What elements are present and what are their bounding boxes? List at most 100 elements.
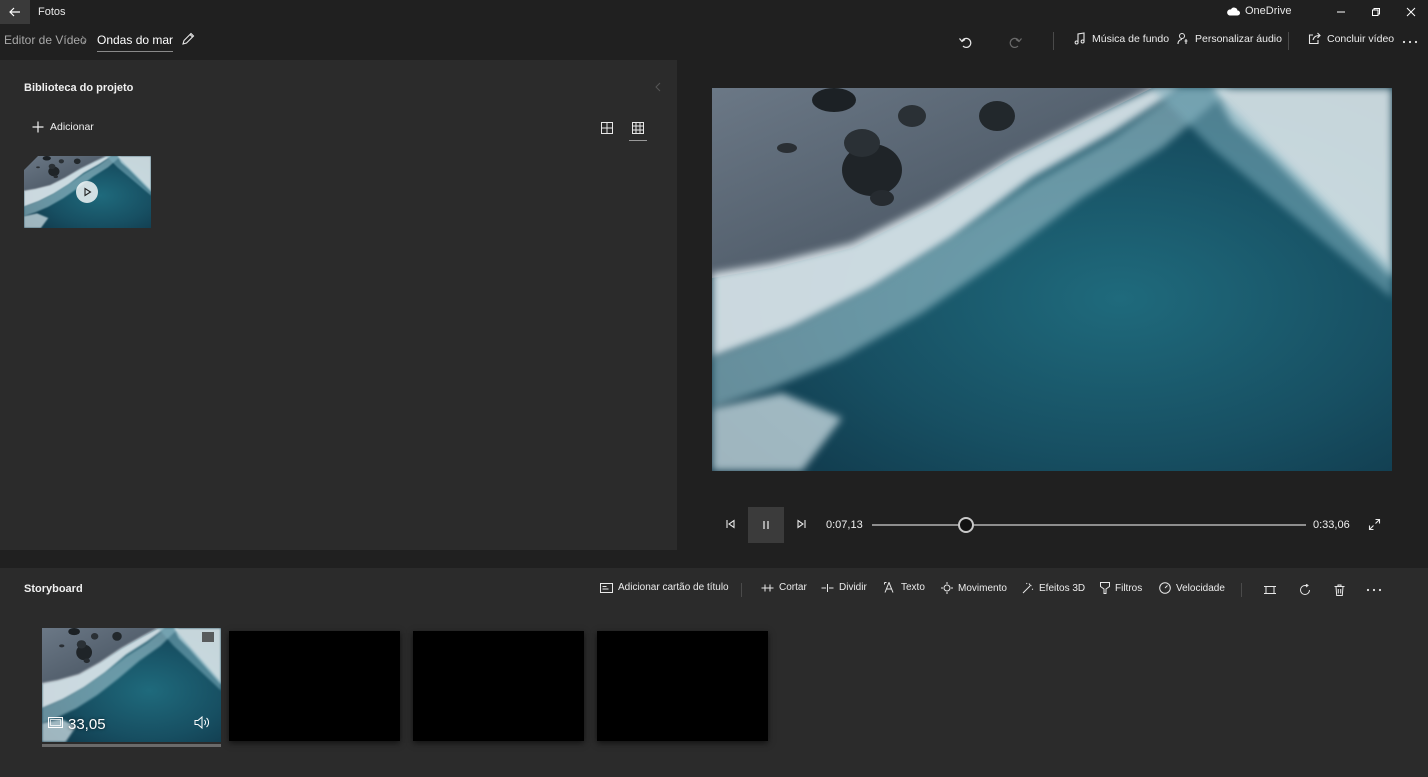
finish-video-button[interactable]: Concluir vídeo bbox=[1308, 32, 1394, 45]
small-grid-view-button[interactable] bbox=[629, 119, 647, 141]
step-back-button[interactable] bbox=[724, 518, 736, 530]
split-label: Dividir bbox=[839, 582, 867, 593]
fullscreen-button[interactable] bbox=[1368, 518, 1381, 531]
pause-icon bbox=[763, 521, 769, 529]
minimize-button[interactable] bbox=[1324, 0, 1358, 24]
video-preview[interactable] bbox=[712, 88, 1392, 471]
split-button[interactable]: Dividir bbox=[821, 582, 867, 593]
pause-button[interactable] bbox=[748, 507, 784, 543]
breadcrumb-root[interactable]: Editor de Vídeo bbox=[4, 33, 87, 47]
motion-icon bbox=[941, 582, 953, 594]
filter-icon bbox=[1100, 582, 1110, 594]
add-title-card-label: Adicionar cartão de título bbox=[618, 582, 729, 593]
play-icon bbox=[84, 187, 92, 197]
more-icon bbox=[1366, 588, 1382, 592]
title-card-icon bbox=[600, 582, 613, 593]
trim-button[interactable]: Cortar bbox=[761, 582, 807, 593]
resize-icon bbox=[1264, 586, 1276, 594]
filters-button[interactable]: Filtros bbox=[1100, 582, 1142, 594]
speed-gauge-icon bbox=[1159, 582, 1171, 594]
plus-icon bbox=[32, 121, 44, 133]
seek-thumb[interactable] bbox=[957, 517, 974, 533]
library-title: Biblioteca do projeto bbox=[24, 82, 134, 94]
toolbar-divider bbox=[1053, 32, 1054, 50]
corner-badge-icon bbox=[24, 156, 38, 170]
clip-audio-button[interactable] bbox=[194, 716, 210, 729]
clip-image-badge bbox=[48, 716, 63, 728]
trim-icon bbox=[761, 584, 774, 591]
resize-button[interactable] bbox=[1260, 580, 1280, 600]
command-bar: Editor de Vídeo Ondas do mar Música de f… bbox=[0, 24, 1428, 60]
person-audio-icon bbox=[1177, 33, 1188, 45]
step-forward-icon bbox=[797, 519, 806, 529]
redo-icon bbox=[1009, 37, 1022, 48]
motion-label: Movimento bbox=[958, 582, 1007, 594]
restore-button[interactable] bbox=[1359, 0, 1393, 24]
finish-video-label: Concluir vídeo bbox=[1327, 32, 1395, 45]
fullscreen-icon bbox=[1368, 518, 1381, 531]
grid-large-icon bbox=[601, 122, 613, 134]
clip-duration: 33,05 bbox=[68, 716, 106, 733]
add-media-button[interactable]: Adicionar bbox=[32, 121, 94, 133]
more-options-button[interactable] bbox=[1399, 31, 1421, 53]
volume-icon bbox=[194, 716, 209, 729]
large-grid-view-button[interactable] bbox=[598, 119, 616, 137]
library-clip-thumbnail[interactable] bbox=[24, 156, 151, 228]
undo-button[interactable] bbox=[954, 31, 976, 53]
current-time: 0:07,13 bbox=[826, 519, 863, 531]
storyboard-title: Storyboard bbox=[24, 583, 83, 595]
chevron-right-icon bbox=[81, 35, 87, 45]
pencil-icon bbox=[182, 32, 195, 45]
3d-effects-button[interactable]: Efeitos 3D bbox=[1022, 582, 1085, 594]
music-note-icon bbox=[1074, 32, 1085, 45]
clip-select-checkbox[interactable] bbox=[202, 632, 214, 642]
empty-storyboard-slot[interactable] bbox=[229, 631, 400, 741]
add-title-card-button[interactable]: Adicionar cartão de título bbox=[600, 582, 729, 593]
storyboard-more-button[interactable] bbox=[1364, 580, 1384, 600]
delete-button[interactable] bbox=[1329, 580, 1349, 600]
app-title: Fotos bbox=[38, 6, 66, 18]
cloud-icon bbox=[1227, 7, 1240, 15]
back-button[interactable] bbox=[0, 0, 30, 24]
more-icon bbox=[1402, 40, 1418, 44]
project-name[interactable]: Ondas do mar bbox=[97, 33, 174, 52]
rotate-button[interactable] bbox=[1295, 580, 1315, 600]
grid-small-icon bbox=[632, 122, 644, 134]
redo-button[interactable] bbox=[1005, 31, 1027, 53]
storyboard-panel: Storyboard Adicionar cartão de título Co… bbox=[0, 568, 1428, 777]
onedrive-status[interactable]: OneDrive bbox=[1226, 5, 1291, 17]
text-icon bbox=[884, 582, 894, 593]
toolbar-divider bbox=[741, 583, 742, 597]
undo-icon bbox=[959, 37, 972, 48]
close-icon bbox=[1406, 7, 1416, 17]
effects-3d-icon bbox=[1022, 582, 1034, 594]
split-icon bbox=[821, 583, 834, 592]
custom-audio-button[interactable]: Personalizar áudio bbox=[1177, 32, 1282, 45]
filters-label: Filtros bbox=[1115, 582, 1143, 594]
background-music-button[interactable]: Música de fundo bbox=[1074, 32, 1169, 45]
speed-label: Velocidade bbox=[1176, 582, 1225, 594]
storyboard-clip[interactable]: 33,05 bbox=[42, 628, 221, 742]
text-button[interactable]: Texto bbox=[884, 582, 925, 593]
toolbar-divider bbox=[1241, 583, 1242, 597]
motion-button[interactable]: Movimento bbox=[941, 582, 1007, 594]
total-time: 0:33,06 bbox=[1313, 519, 1350, 531]
trash-icon bbox=[1334, 584, 1344, 596]
play-overlay bbox=[76, 181, 98, 203]
close-button[interactable] bbox=[1394, 0, 1428, 24]
clip-duration-bar bbox=[42, 744, 221, 747]
title-bar: Fotos OneDrive bbox=[0, 0, 1428, 24]
collapse-chevron-icon[interactable] bbox=[654, 80, 662, 94]
step-back-icon bbox=[726, 519, 735, 529]
speed-button[interactable]: Velocidade bbox=[1159, 582, 1225, 594]
background-music-label: Música de fundo bbox=[1092, 32, 1170, 45]
add-media-label: Adicionar bbox=[50, 121, 94, 133]
empty-storyboard-slot[interactable] bbox=[597, 631, 768, 741]
rename-button[interactable] bbox=[181, 32, 199, 50]
step-forward-button[interactable] bbox=[796, 518, 808, 530]
back-arrow-icon bbox=[9, 7, 20, 17]
empty-storyboard-slot[interactable] bbox=[413, 631, 584, 741]
playback-controls: 0:07,13 0:33,06 bbox=[720, 506, 1400, 544]
image-frame-icon bbox=[48, 717, 63, 728]
minimize-icon bbox=[1337, 11, 1345, 13]
